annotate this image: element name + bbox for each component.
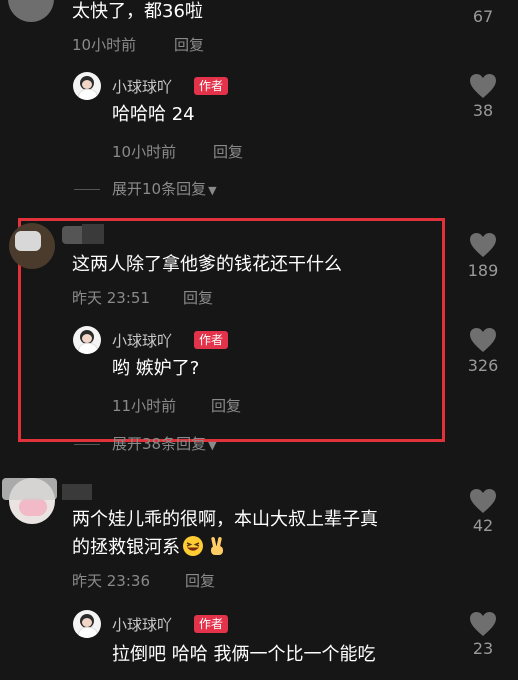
- author-badge: 作者: [194, 331, 229, 349]
- blurred-username: [62, 484, 92, 500]
- heart-icon[interactable]: [469, 611, 497, 637]
- like-count: 67: [472, 7, 494, 26]
- chevron-down-icon: ▼: [208, 439, 217, 452]
- grinning-squint-emoji-icon: [183, 536, 203, 556]
- expand-divider: [74, 444, 100, 445]
- heart-icon[interactable]: [469, 232, 497, 258]
- author-badge: 作者: [194, 77, 229, 95]
- comment-time: 昨天 23:36: [72, 572, 150, 590]
- commenter-avatar[interactable]: [8, 0, 54, 22]
- author-name[interactable]: 小球球吖: [112, 330, 172, 351]
- heart-icon[interactable]: [469, 488, 497, 514]
- author-name[interactable]: 小球球吖: [112, 76, 172, 97]
- comment-time: 昨天 23:51: [72, 289, 150, 307]
- reply-text: 拉倒吧 哈哈 我俩一个比一个能吃: [112, 644, 376, 665]
- like-count: 38: [472, 101, 494, 120]
- like-count: 42: [472, 516, 494, 535]
- reply-time: 11小时前: [112, 397, 177, 415]
- like-count: 189: [467, 261, 499, 280]
- expand-replies-label: 展开10条回复: [112, 180, 207, 198]
- heart-icon[interactable]: [469, 73, 497, 99]
- author-name[interactable]: 小球球吖: [112, 614, 172, 635]
- author-badge: 作者: [194, 615, 229, 633]
- expand-divider: [74, 189, 100, 190]
- reply-button[interactable]: 回复: [211, 395, 241, 416]
- author-avatar[interactable]: [73, 72, 101, 100]
- comment-text-line-2-label: 的拯救银河系: [72, 537, 180, 558]
- reply-button[interactable]: 回复: [183, 287, 213, 308]
- reply-button[interactable]: 回复: [174, 34, 204, 55]
- comment-text-line-1: 两个娃儿乖的很啊，本山大叔上辈子真: [72, 509, 378, 530]
- expand-replies-button[interactable]: 展开10条回复 ▼: [112, 178, 217, 199]
- expand-replies-label: 展开38条回复: [112, 435, 207, 453]
- reply-button[interactable]: 回复: [213, 141, 243, 162]
- reply-text: 哟 嫉妒了?: [112, 358, 200, 379]
- reply-time: 10小时前: [112, 143, 177, 161]
- reply-button[interactable]: 回复: [185, 570, 215, 591]
- reply-text: 哈哈哈 24: [112, 104, 195, 125]
- expand-replies-button[interactable]: 展开38条回复 ▼: [112, 433, 217, 454]
- commenter-avatar[interactable]: [9, 223, 55, 269]
- author-avatar[interactable]: [73, 326, 101, 354]
- chevron-down-icon: ▼: [208, 184, 217, 197]
- like-count: 326: [467, 356, 499, 375]
- author-avatar[interactable]: [73, 610, 101, 638]
- comment-text: 这两人除了拿他爹的钱花还干什么: [72, 254, 342, 275]
- heart-icon[interactable]: [469, 327, 497, 353]
- blurred-username: [82, 224, 104, 244]
- like-count: 23: [472, 639, 494, 658]
- comment-text: 太快了，都36啦: [72, 1, 203, 22]
- comment-text-line-2: 的拯救银河系: [72, 533, 228, 563]
- blurred-username: [2, 478, 57, 500]
- comment-time: 10小时前: [72, 36, 137, 54]
- victory-hand-emoji-icon: [211, 537, 223, 555]
